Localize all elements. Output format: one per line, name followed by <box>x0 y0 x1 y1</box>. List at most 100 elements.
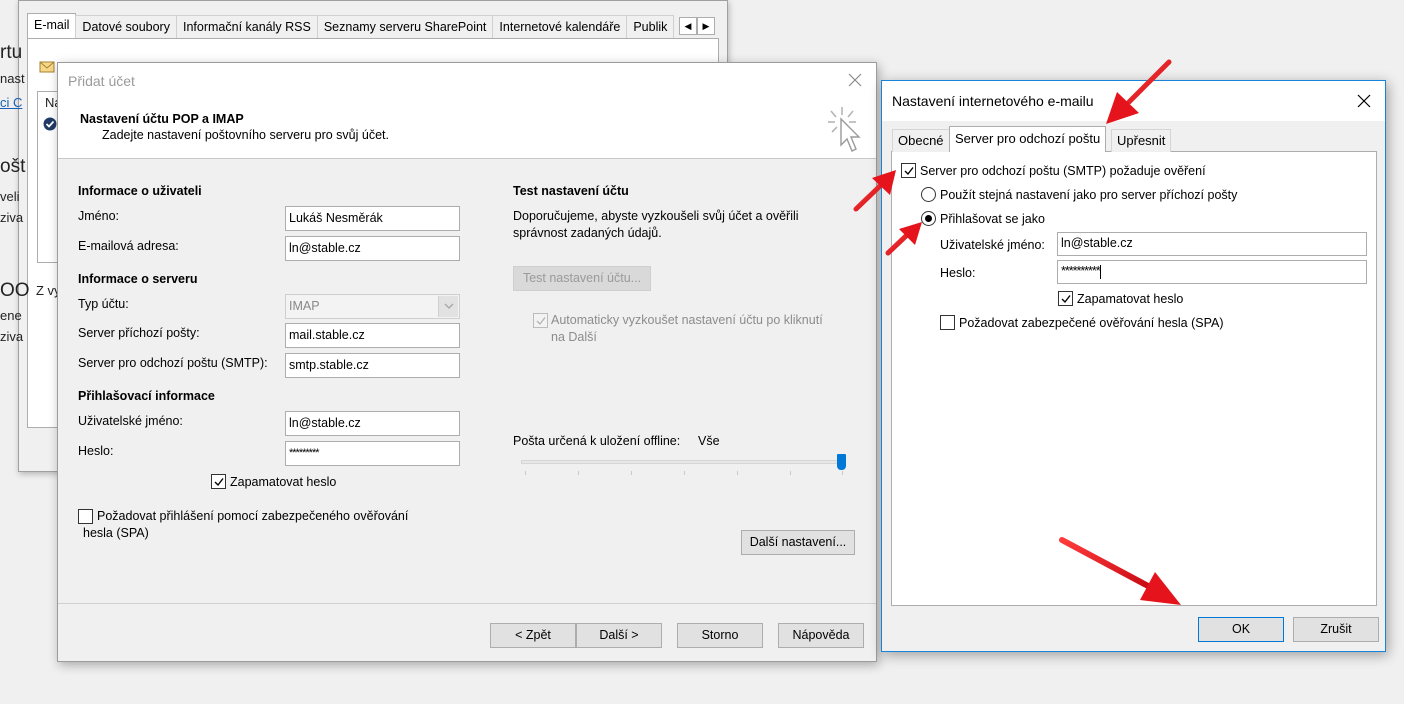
internet-email-settings-dialog: Nastavení internetového e-mailu Obecné S… <box>881 80 1386 652</box>
wizard-header-subtitle: Zadejte nastavení poštovního serveru pro… <box>102 128 389 142</box>
password-input[interactable]: ********* <box>285 441 460 466</box>
close-icon[interactable] <box>1355 92 1373 110</box>
clipped-text-4: veli <box>0 189 20 204</box>
account-settings-tabs: E-mail Datové soubory Informační kanály … <box>27 13 675 39</box>
name-input[interactable]: Lukáš Nesměrák <box>285 206 460 231</box>
tab-data-files[interactable]: Datové soubory <box>75 15 177 39</box>
auto-test-label-line2: na Další <box>551 330 597 344</box>
server-info-heading: Informace o serveru <box>78 272 198 286</box>
clipped-text-3: ošt <box>0 156 26 177</box>
test-settings-button[interactable]: Test nastavení účtu... <box>513 266 651 291</box>
same-settings-label: Použít stejná nastavení jako pro server … <box>940 188 1238 202</box>
smtp-auth-label: Server pro odchozí poštu (SMTP) požaduje… <box>920 164 1206 178</box>
tab-scroll-left-button[interactable]: ◀ <box>679 17 697 35</box>
tab-internet-calendars[interactable]: Internetové kalendáře <box>492 15 628 39</box>
internet-settings-titlebar: Nastavení internetového e-mailu <box>882 81 1385 121</box>
same-settings-radio[interactable] <box>921 187 936 202</box>
add-account-title: Přidat účet <box>68 73 135 89</box>
remember-password-label: Zapamatovat heslo <box>230 475 337 489</box>
account-type-label: Typ účtu: <box>78 297 129 311</box>
more-settings-button[interactable]: Další nastavení... <box>741 530 855 555</box>
tab-advanced[interactable]: Upřesnit <box>1111 129 1172 152</box>
username-input[interactable]: ln@stable.cz <box>285 411 460 436</box>
login-info-heading: Přihlašovací informace <box>78 389 215 403</box>
remember-password-checkbox[interactable] <box>211 474 226 489</box>
clipped-text-6: OO <box>0 280 30 301</box>
chevron-down-icon <box>438 296 458 317</box>
wizard-header: Nastavení účtu POP a IMAP Zadejte nastav… <box>58 97 876 159</box>
smtp-spa-checkbox[interactable] <box>940 315 955 330</box>
incoming-server-input[interactable]: mail.stable.cz <box>285 323 460 348</box>
default-account-check-icon <box>43 117 57 134</box>
ok-button[interactable]: OK <box>1198 617 1284 642</box>
text-caret <box>1099 264 1101 279</box>
password-label: Heslo: <box>78 444 114 458</box>
offline-slider-track[interactable] <box>521 460 844 464</box>
slider-tick <box>631 471 632 475</box>
wizard-header-title: Nastavení účtu POP a IMAP <box>80 112 244 126</box>
close-icon[interactable] <box>846 71 864 89</box>
account-type-value: IMAP <box>289 299 320 313</box>
outgoing-server-input[interactable]: smtp.stable.cz <box>285 353 460 378</box>
back-button[interactable]: < Zpět <box>490 623 576 648</box>
tab-scroll-right-button[interactable]: ▶ <box>697 17 715 35</box>
spa-checkbox[interactable] <box>78 509 93 524</box>
tab-published-calendars[interactable]: Publik <box>626 15 675 39</box>
auto-test-label-line1: Automaticky vyzkoušet nastavení účtu po … <box>551 313 823 327</box>
test-settings-heading: Test nastavení účtu <box>513 184 629 198</box>
smtp-password-value: ********** <box>1061 264 1101 278</box>
clipped-text-5: ziva <box>0 210 24 225</box>
name-label: Jméno: <box>78 209 119 223</box>
offline-slider-thumb[interactable] <box>837 454 846 470</box>
clipped-text-7: ene <box>0 308 22 323</box>
smtp-username-label: Uživatelské jméno: <box>940 238 1045 252</box>
smtp-password-input[interactable]: ********** <box>1057 260 1367 284</box>
email-label: E-mailová adresa: <box>78 239 179 253</box>
help-button[interactable]: Nápověda <box>778 623 864 648</box>
clipped-text-1: rtu <box>0 42 23 63</box>
clipped-link[interactable]: ci C <box>0 95 22 110</box>
cancel-button[interactable]: Storno <box>677 623 763 648</box>
footer-divider <box>58 603 876 604</box>
smtp-remember-label: Zapamatovat heslo <box>1077 292 1184 306</box>
test-desc-line2: správnost zadaných údajů. <box>513 226 662 240</box>
smtp-username-input[interactable]: ln@stable.cz <box>1057 232 1367 256</box>
add-account-titlebar: Přidat účet <box>58 63 876 97</box>
account-type-select: IMAP <box>285 294 460 319</box>
clipped-text-2: nast <box>0 71 25 86</box>
offline-mail-value: Vše <box>698 434 720 448</box>
spa-label-line1: Požadovat přihlášení pomocí zabezpečenéh… <box>97 509 409 523</box>
tab-outgoing-server[interactable]: Server pro odchozí poštu <box>949 126 1107 152</box>
internet-settings-title: Nastavení internetového e-mailu <box>892 93 1094 109</box>
login-as-label: Přihlašovat se jako <box>940 212 1045 226</box>
new-account-icon[interactable] <box>39 58 57 77</box>
slider-tick <box>684 471 685 475</box>
clipped-text-8: ziva <box>0 329 24 344</box>
slider-tick <box>842 471 843 475</box>
slider-tick <box>525 471 526 475</box>
smtp-password-label: Heslo: <box>940 266 976 280</box>
email-input[interactable]: ln@stable.cz <box>285 236 460 261</box>
tab-scroll-buttons: ◀ ▶ <box>679 17 715 35</box>
tab-rss-feeds[interactable]: Informační kanály RSS <box>175 15 318 39</box>
cancel-button[interactable]: Zrušit <box>1293 617 1379 642</box>
smtp-remember-checkbox[interactable] <box>1058 291 1073 306</box>
username-label: Uživatelské jméno: <box>78 414 183 428</box>
tab-general[interactable]: Obecné <box>892 129 950 152</box>
smtp-spa-label: Požadovat zabezpečené ověřování hesla (S… <box>959 316 1224 330</box>
tab-sharepoint-lists[interactable]: Seznamy serveru SharePoint <box>316 15 494 39</box>
outgoing-server-label: Server pro odchozí poštu (SMTP): <box>78 356 268 370</box>
add-account-dialog: Přidat účet Nastavení účtu POP a IMAP Za… <box>57 62 877 662</box>
slider-tick <box>790 471 791 475</box>
slider-tick <box>578 471 579 475</box>
next-button[interactable]: Další > <box>576 623 662 648</box>
login-as-radio[interactable] <box>921 211 936 226</box>
incoming-server-label: Server příchozí pošty: <box>78 326 200 340</box>
user-info-heading: Informace o uživateli <box>78 184 202 198</box>
tab-email[interactable]: E-mail <box>27 13 77 39</box>
test-desc-line1: Doporučujeme, abyste vyzkoušeli svůj úče… <box>513 209 799 223</box>
cursor-click-icon <box>826 105 864 158</box>
smtp-auth-checkbox[interactable] <box>901 163 916 178</box>
slider-tick <box>737 471 738 475</box>
auto-test-checkbox[interactable] <box>533 313 548 328</box>
